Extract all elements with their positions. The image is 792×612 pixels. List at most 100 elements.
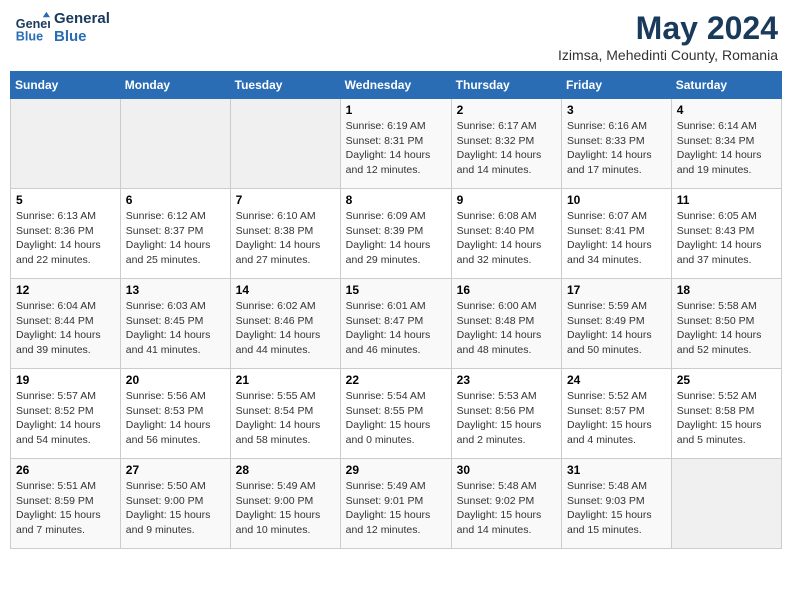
- calendar-cell: 29 Sunrise: 5:49 AMSunset: 9:01 PMDayligh…: [340, 459, 451, 549]
- calendar-cell: 3 Sunrise: 6:16 AMSunset: 8:33 PMDaylight…: [562, 99, 672, 189]
- calendar-cell: 27Sunrise: 5:50 AMSunset: 9:00 PMDayligh…: [120, 459, 230, 549]
- day-info: Sunrise: 6:13 AMSunset: 8:36 PMDaylight:…: [16, 209, 115, 268]
- day-of-week-header: Wednesday: [340, 72, 451, 99]
- day-info: Sunrise: 5:57 AMSunset: 8:52 PMDaylight:…: [16, 389, 115, 448]
- day-number: 8: [346, 193, 446, 207]
- calendar-cell: 13 Sunrise: 6:03 AMSunset: 8:45 PMDayligh…: [120, 279, 230, 369]
- location-subtitle: Izimsa, Mehedinti County, Romania: [558, 47, 778, 63]
- calendar-cell: 22 Sunrise: 5:54 AMSunset: 8:55 PMDayligh…: [340, 369, 451, 459]
- day-info: Sunrise: 5:59 AMSunset: 8:49 PMDaylight:…: [567, 299, 666, 358]
- day-number: 5: [16, 193, 115, 207]
- day-number: 24: [567, 373, 666, 387]
- day-number: 16: [457, 283, 556, 297]
- calendar-cell: 20 Sunrise: 5:56 AMSunset: 8:53 PMDayligh…: [120, 369, 230, 459]
- day-number: 11: [677, 193, 776, 207]
- logo-line1: General: [54, 10, 110, 28]
- day-info: Sunrise: 5:52 AMSunset: 8:57 PMDaylight:…: [567, 389, 666, 448]
- day-info: Sunrise: 6:16 AMSunset: 8:33 PMDaylight:…: [567, 119, 666, 178]
- calendar-cell: 17 Sunrise: 5:59 AMSunset: 8:49 PMDayligh…: [562, 279, 672, 369]
- calendar-cell: 21Sunrise: 5:55 AMSunset: 8:54 PMDayligh…: [230, 369, 340, 459]
- day-number: 1: [346, 103, 446, 117]
- logo-line2: Blue: [54, 28, 110, 46]
- day-number: 31: [567, 463, 666, 477]
- day-number: 25: [677, 373, 776, 387]
- calendar-cell: 7Sunrise: 6:10 AMSunset: 8:38 PMDaylight…: [230, 189, 340, 279]
- calendar-cell: 2Sunrise: 6:17 AMSunset: 8:32 PMDaylight…: [451, 99, 561, 189]
- day-info: Sunrise: 6:09 AMSunset: 8:39 PMDaylight:…: [346, 209, 446, 268]
- day-number: 17: [567, 283, 666, 297]
- day-number: 3: [567, 103, 666, 117]
- day-info: Sunrise: 6:12 AMSunset: 8:37 PMDaylight:…: [126, 209, 225, 268]
- day-info: Sunrise: 6:19 AMSunset: 8:31 PMDaylight:…: [346, 119, 446, 178]
- calendar-cell: 18 Sunrise: 5:58 AMSunset: 8:50 PMDayligh…: [671, 279, 781, 369]
- day-info: Sunrise: 5:55 AMSunset: 8:54 PMDaylight:…: [236, 389, 335, 448]
- day-number: 10: [567, 193, 666, 207]
- calendar-cell: 19 Sunrise: 5:57 AMSunset: 8:52 PMDayligh…: [11, 369, 121, 459]
- day-number: 9: [457, 193, 556, 207]
- day-number: 19: [16, 373, 115, 387]
- day-info: Sunrise: 5:49 AMSunset: 9:01 PMDaylight:…: [346, 479, 446, 538]
- calendar-cell: 14Sunrise: 6:02 AMSunset: 8:46 PMDayligh…: [230, 279, 340, 369]
- calendar-cell: [230, 99, 340, 189]
- calendar-cell: 23 Sunrise: 5:53 AMSunset: 8:56 PMDayligh…: [451, 369, 561, 459]
- calendar-cell: 9 Sunrise: 6:08 AMSunset: 8:40 PMDaylight…: [451, 189, 561, 279]
- month-title: May 2024: [558, 10, 778, 47]
- day-of-week-header: Monday: [120, 72, 230, 99]
- day-info: Sunrise: 6:01 AMSunset: 8:47 PMDaylight:…: [346, 299, 446, 358]
- calendar-cell: 15 Sunrise: 6:01 AMSunset: 8:47 PMDayligh…: [340, 279, 451, 369]
- day-info: Sunrise: 5:48 AMSunset: 9:02 PMDaylight:…: [457, 479, 556, 538]
- calendar-cell: 30 Sunrise: 5:48 AMSunset: 9:02 PMDayligh…: [451, 459, 561, 549]
- calendar-cell: [671, 459, 781, 549]
- day-info: Sunrise: 5:48 AMSunset: 9:03 PMDaylight:…: [567, 479, 666, 538]
- day-number: 23: [457, 373, 556, 387]
- day-info: Sunrise: 5:54 AMSunset: 8:55 PMDaylight:…: [346, 389, 446, 448]
- calendar-cell: 10Sunrise: 6:07 AMSunset: 8:41 PMDayligh…: [562, 189, 672, 279]
- day-number: 6: [126, 193, 225, 207]
- day-info: Sunrise: 5:49 AMSunset: 9:00 PMDaylight:…: [236, 479, 335, 538]
- calendar-cell: 4Sunrise: 6:14 AMSunset: 8:34 PMDaylight…: [671, 99, 781, 189]
- calendar-cell: 8 Sunrise: 6:09 AMSunset: 8:39 PMDaylight…: [340, 189, 451, 279]
- calendar-cell: 25 Sunrise: 5:52 AMSunset: 8:58 PMDayligh…: [671, 369, 781, 459]
- day-info: Sunrise: 6:04 AMSunset: 8:44 PMDaylight:…: [16, 299, 115, 358]
- day-info: Sunrise: 6:14 AMSunset: 8:34 PMDaylight:…: [677, 119, 776, 178]
- day-info: Sunrise: 6:02 AMSunset: 8:46 PMDaylight:…: [236, 299, 335, 358]
- day-number: 20: [126, 373, 225, 387]
- day-number: 13: [126, 283, 225, 297]
- day-info: Sunrise: 6:08 AMSunset: 8:40 PMDaylight:…: [457, 209, 556, 268]
- day-number: 22: [346, 373, 446, 387]
- day-info: Sunrise: 6:03 AMSunset: 8:45 PMDaylight:…: [126, 299, 225, 358]
- day-number: 15: [346, 283, 446, 297]
- day-info: Sunrise: 5:58 AMSunset: 8:50 PMDaylight:…: [677, 299, 776, 358]
- day-info: Sunrise: 6:10 AMSunset: 8:38 PMDaylight:…: [236, 209, 335, 268]
- day-info: Sunrise: 6:17 AMSunset: 8:32 PMDaylight:…: [457, 119, 556, 178]
- day-info: Sunrise: 5:52 AMSunset: 8:58 PMDaylight:…: [677, 389, 776, 448]
- calendar-cell: 24 Sunrise: 5:52 AMSunset: 8:57 PMDayligh…: [562, 369, 672, 459]
- calendar-cell: 16 Sunrise: 6:00 AMSunset: 8:48 PMDayligh…: [451, 279, 561, 369]
- day-of-week-header: Saturday: [671, 72, 781, 99]
- calendar-cell: 26Sunrise: 5:51 AMSunset: 8:59 PMDayligh…: [11, 459, 121, 549]
- calendar-cell: 28 Sunrise: 5:49 AMSunset: 9:00 PMDayligh…: [230, 459, 340, 549]
- logo: General Blue General Blue: [14, 10, 110, 46]
- svg-text:Blue: Blue: [16, 30, 43, 44]
- logo-icon: General Blue: [14, 10, 50, 46]
- day-number: 26: [16, 463, 115, 477]
- day-info: Sunrise: 5:56 AMSunset: 8:53 PMDaylight:…: [126, 389, 225, 448]
- day-info: Sunrise: 5:53 AMSunset: 8:56 PMDaylight:…: [457, 389, 556, 448]
- day-of-week-header: Tuesday: [230, 72, 340, 99]
- calendar-table: SundayMondayTuesdayWednesdayThursdayFrid…: [10, 71, 782, 549]
- day-of-week-header: Friday: [562, 72, 672, 99]
- day-info: Sunrise: 6:00 AMSunset: 8:48 PMDaylight:…: [457, 299, 556, 358]
- day-number: 18: [677, 283, 776, 297]
- calendar-cell: 12 Sunrise: 6:04 AMSunset: 8:44 PMDayligh…: [11, 279, 121, 369]
- page-header: General Blue General Blue May 2024 Izims…: [10, 10, 782, 63]
- day-number: 29: [346, 463, 446, 477]
- day-info: Sunrise: 6:05 AMSunset: 8:43 PMDaylight:…: [677, 209, 776, 268]
- day-of-week-header: Sunday: [11, 72, 121, 99]
- calendar-cell: 31 Sunrise: 5:48 AMSunset: 9:03 PMDayligh…: [562, 459, 672, 549]
- day-info: Sunrise: 5:50 AMSunset: 9:00 PMDaylight:…: [126, 479, 225, 538]
- title-block: May 2024 Izimsa, Mehedinti County, Roman…: [558, 10, 778, 63]
- day-of-week-header: Thursday: [451, 72, 561, 99]
- day-number: 12: [16, 283, 115, 297]
- day-number: 30: [457, 463, 556, 477]
- day-number: 28: [236, 463, 335, 477]
